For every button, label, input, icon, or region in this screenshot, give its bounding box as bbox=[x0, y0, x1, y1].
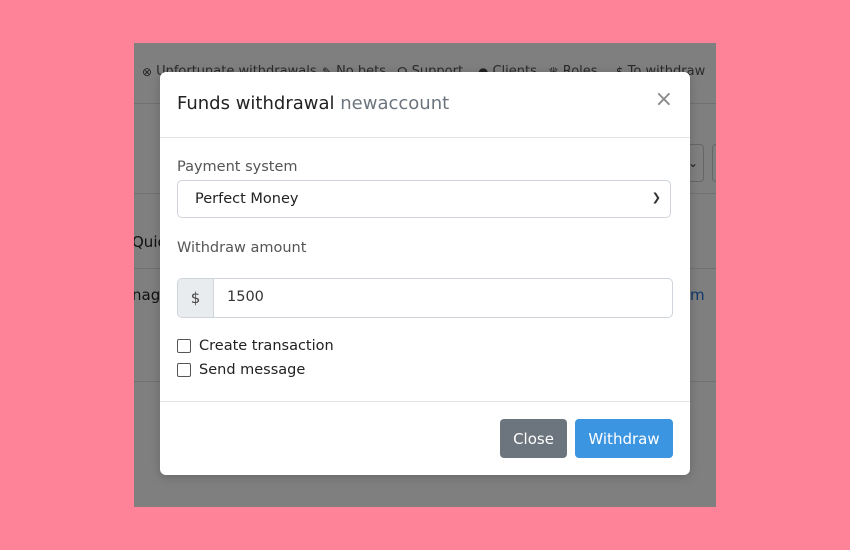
create-transaction-label: Create transaction bbox=[199, 338, 334, 354]
modal-header: Funds withdrawal newaccount × bbox=[160, 72, 690, 138]
modal-footer-divider bbox=[160, 401, 690, 402]
withdraw-amount-group: $ 1500 bbox=[177, 278, 673, 318]
create-transaction-option[interactable]: Create transaction bbox=[177, 338, 334, 354]
withdraw-button[interactable]: Withdraw bbox=[575, 419, 673, 458]
send-message-checkbox[interactable] bbox=[177, 363, 191, 377]
send-message-option[interactable]: Send message bbox=[177, 362, 305, 378]
payment-system-label: Payment system bbox=[177, 159, 298, 175]
payment-system-value: Perfect Money bbox=[195, 191, 299, 207]
create-transaction-checkbox[interactable] bbox=[177, 339, 191, 353]
send-message-label: Send message bbox=[199, 362, 306, 378]
close-button[interactable]: Close bbox=[500, 419, 567, 458]
modal-title-text: Funds withdrawal bbox=[177, 93, 335, 114]
modal-title: Funds withdrawal newaccount bbox=[177, 93, 449, 114]
payment-system-select[interactable]: Perfect Money ❯ bbox=[177, 180, 671, 218]
withdraw-amount-input[interactable]: 1500 bbox=[227, 289, 264, 305]
withdrawal-modal: Funds withdrawal newaccount × Payment sy… bbox=[160, 72, 690, 475]
chevron-down-icon: ❯ bbox=[651, 191, 661, 204]
currency-prefix: $ bbox=[178, 279, 214, 317]
withdraw-amount-label: Withdraw amount bbox=[177, 240, 307, 256]
close-icon[interactable]: × bbox=[655, 89, 673, 111]
account-name: newaccount bbox=[340, 93, 450, 114]
